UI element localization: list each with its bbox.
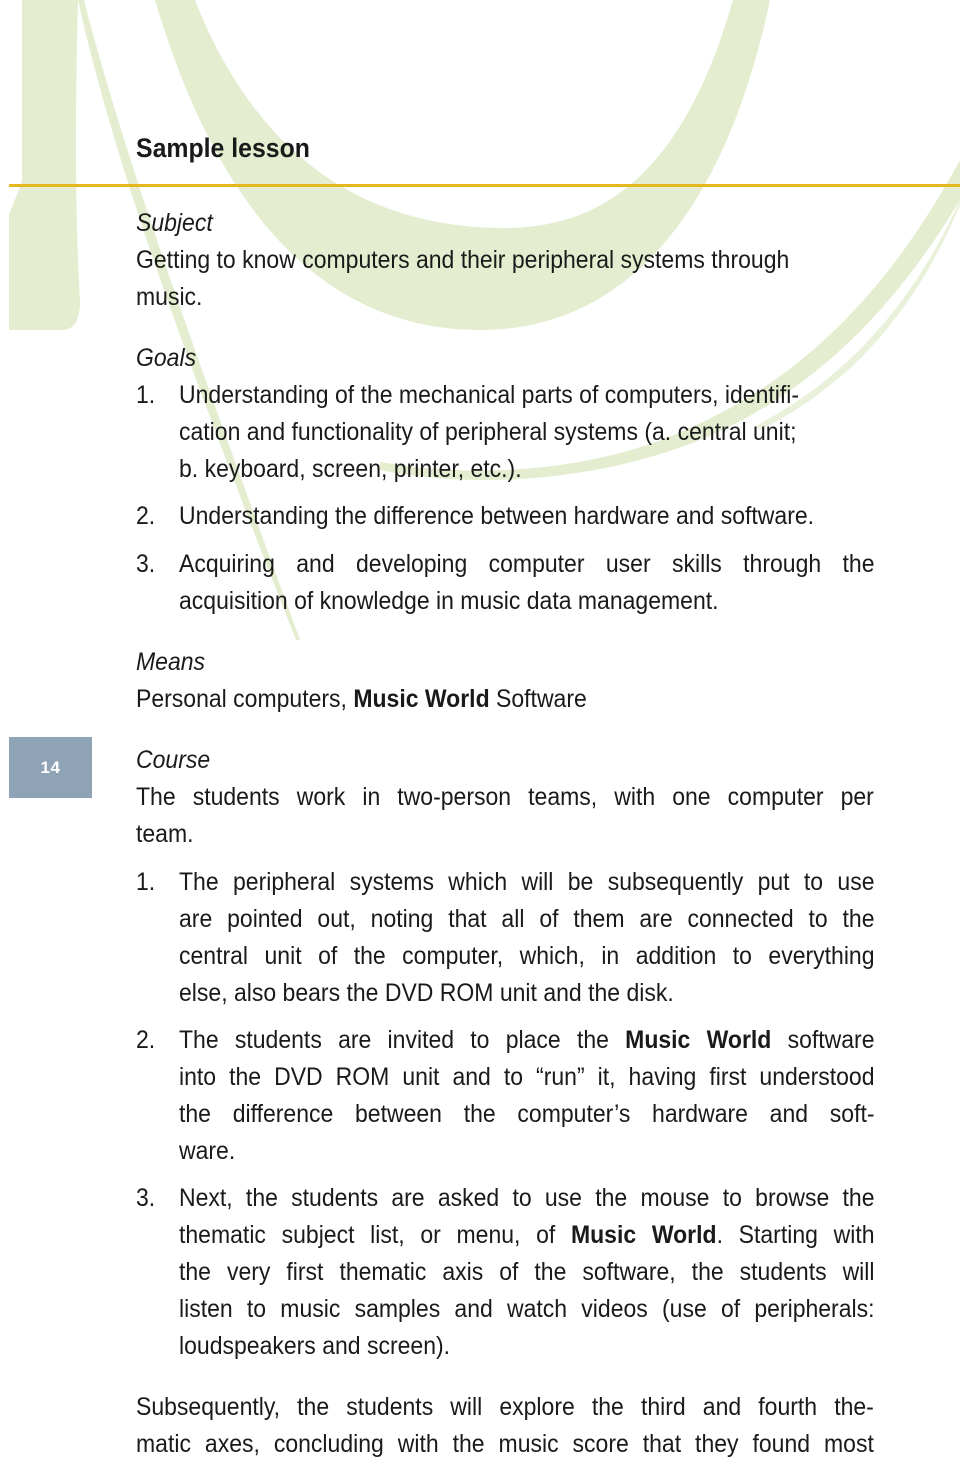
course-step-line: loudspeakers and screen).: [179, 1332, 451, 1360]
course-step-line: listen to music samples and watch videos…: [179, 1295, 875, 1323]
course-step-line: thematic subject list, or menu, of Music…: [179, 1217, 875, 1254]
goal-line: cation and functionality of peripheral s…: [179, 418, 797, 446]
left-thin-stroke: [78, 0, 300, 640]
course-step-line: the difference between the computer’s ha…: [179, 1100, 875, 1128]
course-step-line: ware.: [179, 1137, 236, 1165]
course-step-number: 3.: [136, 1184, 156, 1212]
goal-number: 1.: [136, 381, 156, 409]
goal-line: acquisition of knowledge in music data m…: [179, 587, 719, 615]
course-step-number: 1.: [136, 868, 156, 896]
course-step-number: 2.: [136, 1026, 156, 1054]
left-swoosh: [9, 0, 80, 330]
text-run: software: [771, 1026, 875, 1054]
accent-rule: [9, 184, 960, 187]
goal-number: 3.: [136, 550, 156, 578]
subject-heading: Subject: [136, 209, 213, 237]
course-step-line: the very first thematic axis of the soft…: [179, 1258, 875, 1286]
closing-line: matic axes, concluding with the music sc…: [136, 1430, 874, 1458]
page-number-badge: 14: [9, 737, 92, 798]
text-run: . Starting with: [716, 1221, 875, 1249]
subject-line: Getting to know computers and their peri…: [136, 246, 790, 274]
goal-line: Understanding the difference between har…: [179, 502, 815, 530]
means-text-pre: Personal computers,: [136, 685, 354, 713]
course-step-line: are pointed out, noting that all of them…: [179, 905, 875, 933]
closing-line: Subsequently, the students will explore …: [136, 1393, 874, 1421]
software-name: Music World: [353, 685, 490, 713]
course-step-line: The peripheral systems which will be sub…: [179, 868, 875, 896]
subject-line: music.: [136, 283, 203, 311]
means-text-post: Software: [489, 685, 587, 713]
course-line: team.: [136, 820, 194, 848]
course-step-line: central unit of the computer, which, in …: [179, 942, 875, 970]
goal-number: 2.: [136, 502, 156, 530]
goals-heading: Goals: [136, 344, 197, 372]
goal-line: b. keyboard, screen, printer, etc.).: [179, 455, 522, 483]
software-name: Music World: [570, 1221, 717, 1249]
page-title: Sample lesson: [136, 133, 310, 163]
page-number: 14: [40, 757, 61, 777]
course-step-line: else, also bears the DVD ROM unit and th…: [179, 979, 674, 1007]
course-line: The students work in two-person teams, w…: [136, 783, 874, 811]
course-step-line: Next, the students are asked to use the …: [179, 1184, 875, 1212]
course-step-line: The students are invited to place the Mu…: [179, 1022, 875, 1059]
means-heading: Means: [136, 648, 206, 676]
software-name: Music World: [625, 1026, 772, 1054]
course-step-line: into the DVD ROM unit and to “run” it, h…: [179, 1063, 875, 1091]
text-run: The students are invited to place the: [179, 1026, 626, 1054]
course-heading: Course: [136, 746, 211, 774]
text-run: thematic subject list, or menu, of: [179, 1221, 571, 1249]
means-text: Personal computers, Music World Software: [136, 681, 815, 718]
goal-line: Understanding of the mechanical parts of…: [179, 381, 800, 409]
goal-line: Acquiring and developing computer user s…: [179, 550, 875, 578]
